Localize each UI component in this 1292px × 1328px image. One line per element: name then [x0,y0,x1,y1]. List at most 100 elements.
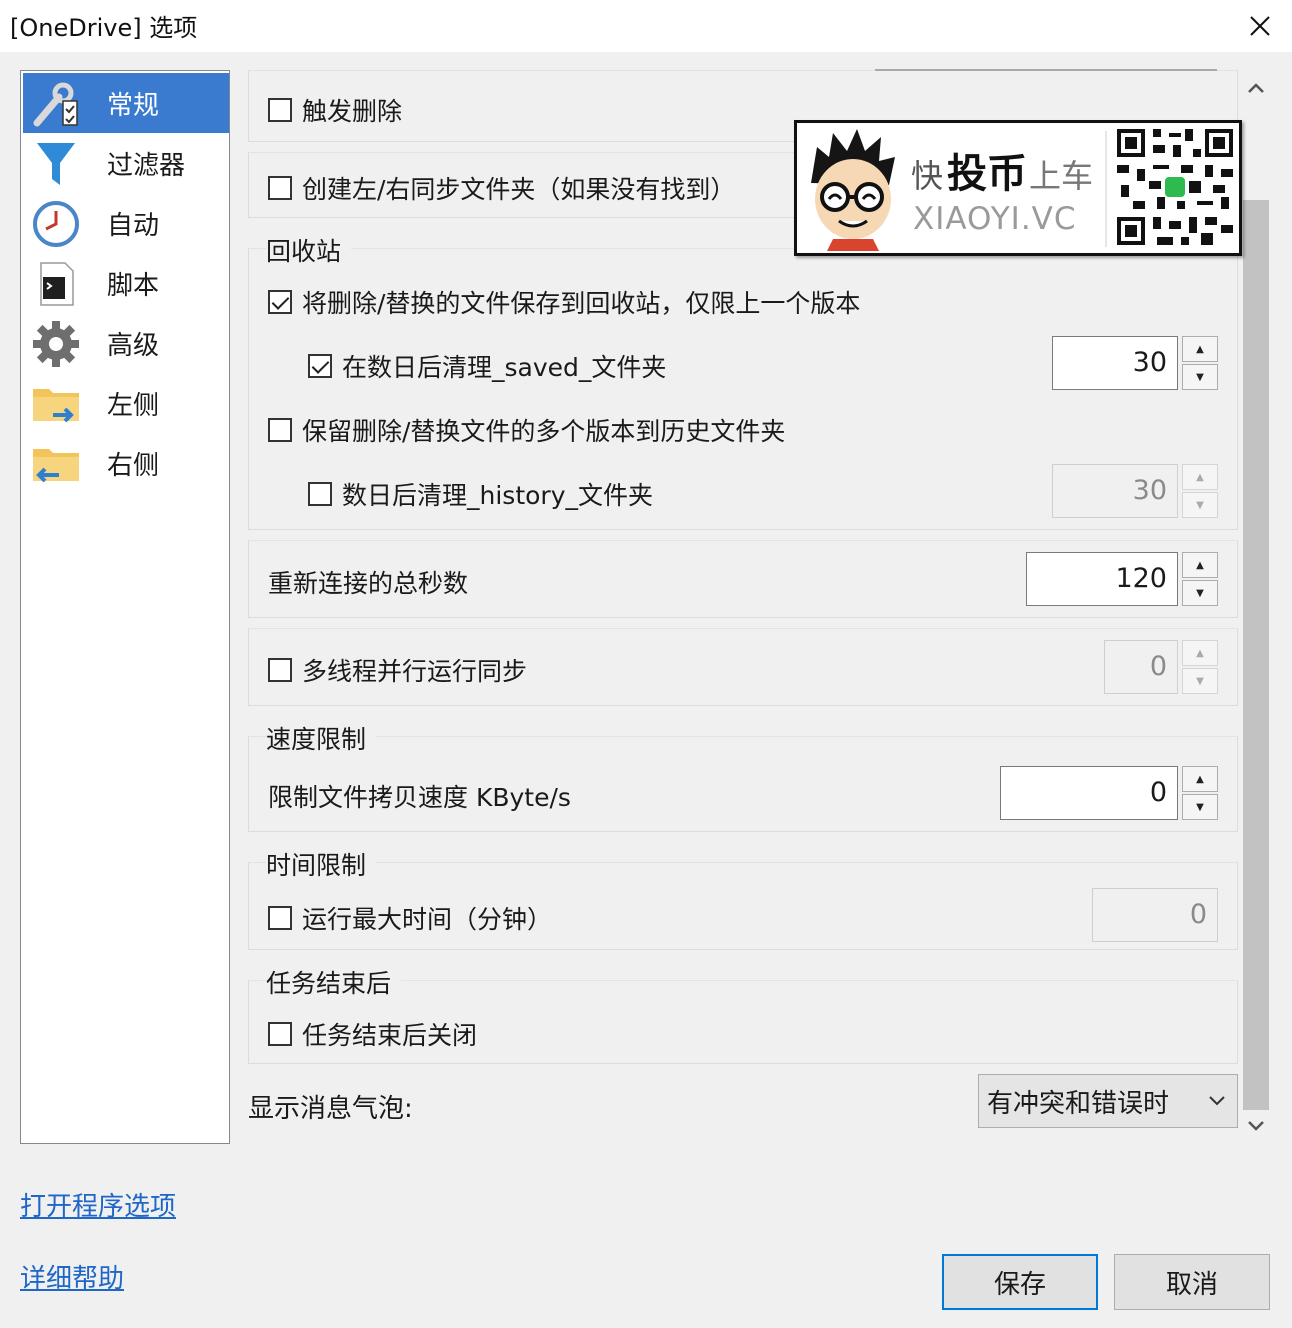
folder-arrow-left-icon [33,449,79,483]
checkbox-box[interactable] [268,418,292,442]
decrement-button[interactable]: ▼ [1182,492,1218,518]
time-group-title: 时间限制 [266,846,377,882]
speed-group-title: 速度限制 [266,720,377,756]
increment-button[interactable]: ▲ [1182,640,1218,666]
script-terminal-icon [40,262,74,306]
cleanup-saved-input[interactable]: 30 [1052,336,1178,390]
checkbox-label: 数日后清理_history_文件夹 [342,481,653,510]
time-limit-input[interactable]: 0 [1092,888,1218,942]
save-button[interactable]: 保存 [942,1254,1098,1310]
decrement-button[interactable]: ▼ [1182,364,1218,390]
cancel-button[interactable]: 取消 [1114,1254,1270,1310]
sidebar-item-auto[interactable]: 自动 [23,193,229,253]
gear-icon [33,321,79,367]
checkbox-box[interactable] [268,906,292,930]
checkbox-label: 保留删除/替换文件的多个版本到历史文件夹 [302,417,786,446]
bubble-select-value: 有冲突和错误时 [987,1088,1170,1119]
chevron-up-icon: ▲ [1196,471,1204,483]
sidebar-item-label: 高级 [107,330,160,361]
cleanup-history-stepper[interactable]: 30 ▲ ▼ [1052,464,1218,518]
multithread-input[interactable]: 0 [1104,640,1178,694]
sidebar-item-general[interactable]: 常规 [23,73,229,133]
clock-icon [33,201,79,247]
chevron-down-icon: ▼ [1196,587,1204,599]
sidebar-item-advanced[interactable]: 高级 [23,313,229,373]
scrollbar-thumb[interactable] [1243,200,1269,1110]
speed-label: 限制文件拷贝速度 KByte/s [268,783,571,812]
brand-domain: XIAOYI.VC [913,201,1077,237]
checkbox-box[interactable] [268,98,292,122]
qr-code-icon [1117,129,1233,245]
chevron-up-icon: ▲ [1196,559,1204,571]
brand-shangche: 上车 [1029,157,1094,195]
watermark-ad: 快 投币 上车 XIAOYI.VC [794,120,1242,256]
cleanup-saved-stepper[interactable]: 30 ▲ ▼ [1052,336,1218,390]
increment-button[interactable]: ▲ [1182,464,1218,490]
checkbox-box[interactable] [308,482,332,506]
scroll-down-icon[interactable] [1246,1118,1266,1134]
reconnect-label: 重新连接的总秒数 [268,569,469,598]
chevron-down-icon [1209,1096,1225,1106]
time-limit-checkbox[interactable]: 运行最大时间（分钟） [268,900,552,936]
trigger-delete-checkbox[interactable]: 触发删除 [268,92,402,128]
sidebar-item-left[interactable]: 左侧 [23,373,229,433]
divider [1105,131,1107,247]
speed-input[interactable]: 0 [1000,766,1178,820]
multithread-stepper[interactable]: 0 ▲ ▼ [1104,640,1218,694]
title-bar: [OneDrive] 选项 [0,0,1292,52]
close-after-task-checkbox[interactable]: 任务结束后关闭 [268,1016,477,1052]
bubble-label: 显示消息气泡: [248,1094,413,1124]
cartoon-avatar-icon [811,129,895,251]
checkbox-box[interactable] [268,658,292,682]
close-button[interactable] [1228,0,1292,52]
reconnect-stepper[interactable]: 120 ▲ ▼ [1026,552,1218,606]
chevron-down-icon: ▼ [1196,499,1204,511]
sidebar-nav: 常规 过滤器 自动 脚本 高级 左侧 右侧 [20,70,230,1144]
wrench-checklist-icon [33,82,78,127]
divider [875,69,1217,71]
speed-stepper[interactable]: 0 ▲ ▼ [1000,766,1218,820]
decrement-button[interactable]: ▼ [1182,794,1218,820]
bubble-select[interactable]: 有冲突和错误时 [978,1074,1238,1128]
scroll-up-icon[interactable] [1246,80,1266,96]
keep-versions-checkbox[interactable]: 保留删除/替换文件的多个版本到历史文件夹 [268,412,785,448]
open-program-options-link[interactable]: 打开程序选项 [20,1186,176,1223]
checkbox-label: 触发删除 [302,97,403,126]
checkbox-label: 任务结束后关闭 [302,1021,478,1050]
increment-button[interactable]: ▲ [1182,766,1218,792]
cleanup-saved-checkbox[interactable]: 在数日后清理_saved_文件夹 [308,348,666,384]
chevron-up-icon: ▲ [1196,773,1204,785]
sidebar-item-right[interactable]: 右侧 [23,433,229,493]
folder-arrow-right-icon [33,389,79,423]
cleanup-history-checkbox[interactable]: 数日后清理_history_文件夹 [308,476,653,512]
increment-button[interactable]: ▲ [1182,552,1218,578]
sidebar-item-label: 自动 [107,210,160,241]
multithread-checkbox[interactable]: 多线程并行运行同步 [268,652,527,688]
decrement-button[interactable]: ▼ [1182,580,1218,606]
decrement-button[interactable]: ▼ [1182,668,1218,694]
window-title: [OneDrive] 选项 [10,14,198,42]
chevron-up-icon: ▲ [1196,343,1204,355]
checkbox-box[interactable] [268,1022,292,1046]
checkbox-box[interactable] [268,290,292,314]
sidebar-item-script[interactable]: 脚本 [23,253,229,313]
sidebar-item-filter[interactable]: 过滤器 [23,133,229,193]
chevron-up-icon: ▲ [1196,647,1204,659]
brand-kuai: 快 [911,157,944,195]
after-task-group-title: 任务结束后 [266,964,402,1000]
checkbox-label: 在数日后清理_saved_文件夹 [342,353,667,382]
create-folders-checkbox[interactable]: 创建左/右同步文件夹（如果没有找到） [268,170,735,206]
save-to-recycle-checkbox[interactable]: 将删除/替换的文件保存到回收站，仅限上一个版本 [268,284,860,320]
reconnect-input[interactable]: 120 [1026,552,1178,606]
checkbox-label: 将删除/替换的文件保存到回收站，仅限上一个版本 [302,289,861,318]
increment-button[interactable]: ▲ [1182,336,1218,362]
close-icon [1250,16,1270,36]
cleanup-history-input[interactable]: 30 [1052,464,1178,518]
help-link[interactable]: 详细帮助 [20,1258,124,1295]
sidebar-item-label: 常规 [107,90,160,121]
checkbox-box[interactable] [268,176,292,200]
checkbox-box[interactable] [308,354,332,378]
sidebar-item-label: 右侧 [107,450,160,481]
funnel-icon [37,143,75,185]
checkbox-label: 创建左/右同步文件夹（如果没有找到） [302,175,736,204]
